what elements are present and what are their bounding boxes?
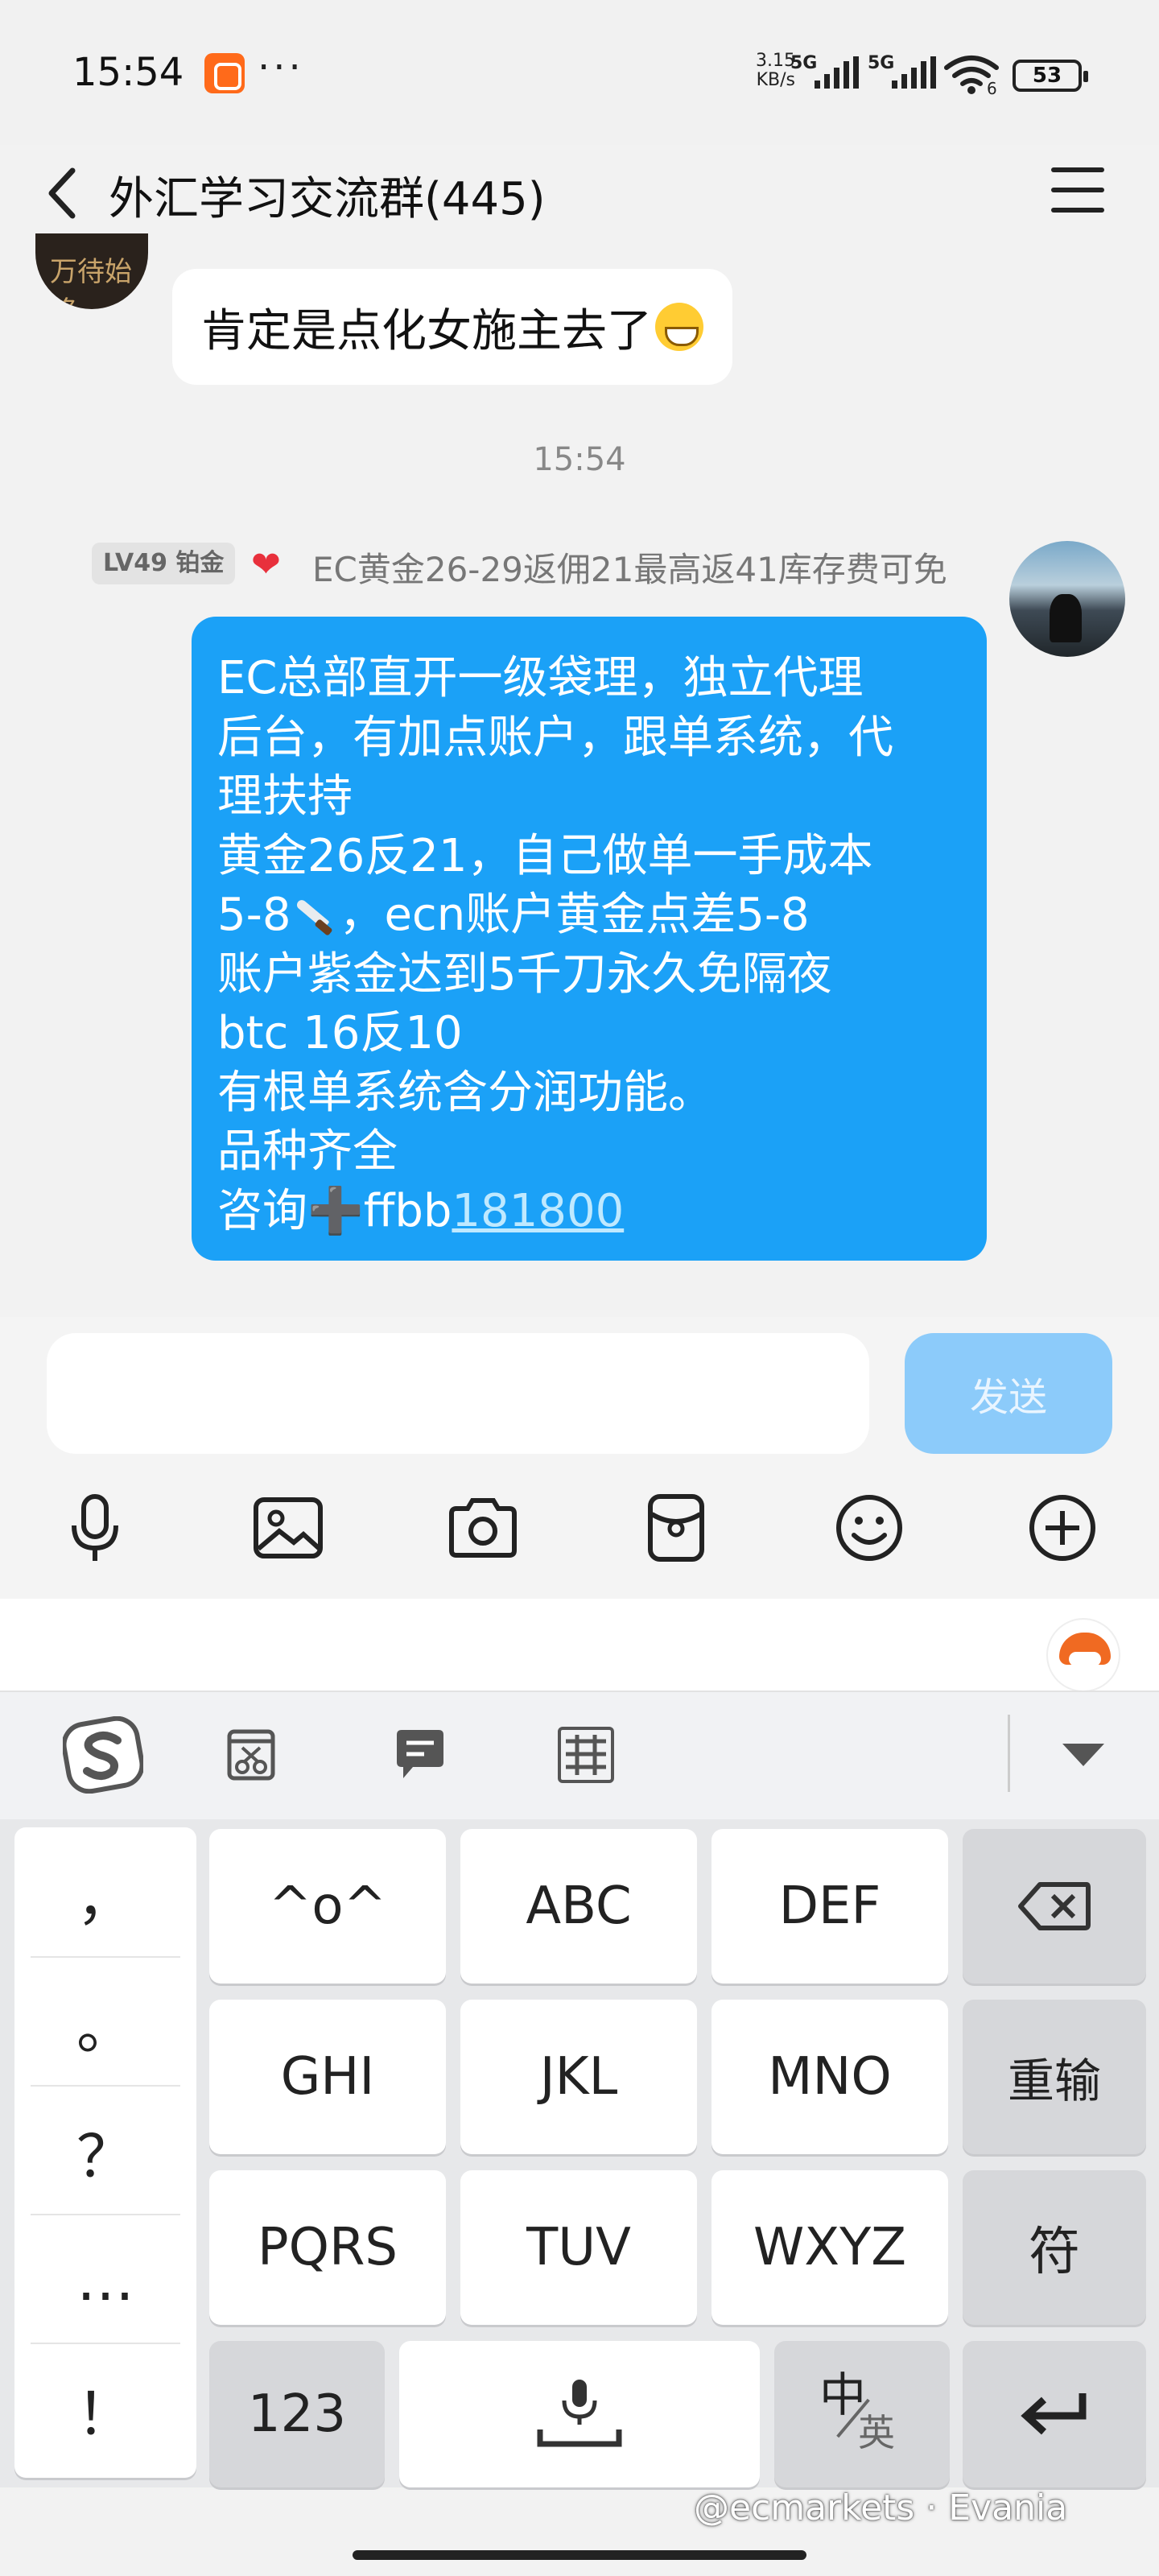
signal-2-icon	[892, 56, 940, 89]
grinning-face-icon	[655, 303, 703, 351]
key-abc[interactable]: ABC	[460, 1829, 697, 1984]
space-mic-icon	[537, 2380, 622, 2447]
network-speed-unit: KB/s	[756, 70, 795, 90]
microphone-icon[interactable]	[55, 1488, 135, 1568]
chat-title: 外汇学习交流群(445)	[109, 173, 546, 225]
language-switch-key[interactable]: 中 英	[774, 2341, 950, 2487]
message-text: 肯定是点化女施主去了	[201, 304, 652, 357]
message-fragment: ffbb	[363, 1184, 452, 1237]
avatar[interactable]: 万待始终	[35, 233, 148, 309]
message-timestamp: 15:54	[533, 441, 626, 478]
key-wxyz[interactable]: WXYZ	[711, 2170, 948, 2325]
message-line: 品种齐全	[217, 1125, 398, 1178]
camera-icon[interactable]	[443, 1488, 523, 1568]
message-fragment: 5-8	[217, 889, 291, 941]
key-ghi[interactable]: GHI	[209, 2000, 446, 2154]
message-bubble-received[interactable]: 肯定是点化女施主去了	[172, 269, 732, 385]
message-fragment: ，ecn账户黄金点差5-8	[339, 889, 810, 941]
home-indicator[interactable]	[353, 2550, 806, 2560]
emoji-icon[interactable]	[829, 1488, 909, 1568]
punct-key[interactable]: ，	[14, 1829, 196, 1958]
enter-icon	[1021, 2393, 1087, 2435]
network-speed: 3.15 KB/s	[739, 52, 795, 90]
message-input[interactable]	[47, 1333, 869, 1454]
message-fragment: 咨询	[217, 1184, 307, 1237]
message-line: 有根单系统含分润功能。	[217, 1066, 713, 1119]
plus-sign-icon: ➕	[307, 1184, 364, 1237]
phone-number-link[interactable]: 181800	[452, 1185, 624, 1237]
message-line: btc 16反10	[217, 1007, 463, 1059]
clipboard-cut-icon[interactable]	[211, 1715, 291, 1795]
key-emoticon[interactable]: ^o^	[209, 1829, 446, 1984]
traditional-chinese-icon[interactable]	[546, 1715, 626, 1795]
level-badge: LV49 铂金	[92, 543, 236, 584]
backspace-icon	[1018, 1882, 1091, 1930]
sogou-logo-icon[interactable]	[63, 1715, 143, 1795]
keyboard-candidate-bar	[0, 1599, 1159, 1690]
ime-mascot-icon[interactable]	[1046, 1618, 1120, 1692]
key-tuv[interactable]: TUV	[460, 2170, 697, 2325]
punct-key[interactable]: …	[14, 2215, 196, 2344]
key-mno[interactable]: MNO	[711, 2000, 948, 2154]
more-notifications-icon: ···	[258, 45, 304, 90]
wifi-label: 6	[987, 79, 997, 98]
message-line: 咨询➕ffbb181800	[217, 1182, 961, 1241]
punct-key[interactable]: ！	[14, 2344, 196, 2473]
message-line: 理扶持	[217, 770, 353, 823]
message-line: 账户紫金达到5千刀永久免隔夜	[217, 947, 832, 1001]
reinput-key[interactable]: 重输	[963, 2000, 1146, 2154]
status-time: 15:54	[72, 50, 184, 95]
battery-icon: 53	[1013, 60, 1088, 92]
signal-2-label: 5G	[868, 53, 895, 73]
knife-icon	[291, 891, 339, 935]
message-line: 5-8 ，ecn账户黄金点差5-8	[217, 886, 961, 945]
punct-key[interactable]: 。	[14, 1958, 196, 2087]
image-icon[interactable]	[248, 1488, 328, 1568]
punct-key[interactable]: ？	[14, 2087, 196, 2215]
message-bubble-sent[interactable]: EC总部直开一级袋理，独立代理 后台，有加点账户，跟单系统，代 理扶持 黄金26…	[192, 617, 987, 1261]
signal-1-label: 5G	[790, 53, 818, 73]
enter-key[interactable]	[963, 2341, 1146, 2487]
collapse-keyboard-icon[interactable]	[1043, 1715, 1124, 1795]
message-line: EC总部直开一级袋理，独立代理	[217, 652, 864, 704]
menu-icon[interactable]	[1051, 167, 1104, 213]
plus-icon[interactable]	[1022, 1488, 1103, 1568]
key-def[interactable]: DEF	[711, 1829, 948, 1984]
app-notification-icon	[204, 53, 245, 93]
send-button[interactable]: 发送	[905, 1333, 1112, 1454]
sender-name[interactable]: EC黄金26-29返佣21最高返41库存费可免	[312, 543, 947, 592]
watermark: @ecmarkets · Evania	[694, 2487, 1068, 2529]
number-key[interactable]: 123	[209, 2341, 385, 2487]
red-packet-icon[interactable]	[636, 1488, 716, 1568]
key-jkl[interactable]: JKL	[460, 2000, 697, 2154]
network-speed-value: 3.15	[756, 51, 795, 71]
toolbar-divider	[1008, 1715, 1010, 1792]
message-line: 黄金26反21，自己做单一手成本	[217, 829, 873, 882]
symbol-key[interactable]: 符	[963, 2170, 1146, 2325]
back-icon[interactable]	[40, 161, 89, 225]
sender-avatar[interactable]	[1009, 541, 1125, 657]
message-line: 后台，有加点账户，跟单系统，代	[217, 711, 893, 764]
lang-sub-label: 英	[858, 2411, 895, 2454]
key-pqrs[interactable]: PQRS	[209, 2170, 446, 2325]
backspace-key[interactable]	[963, 1829, 1146, 1984]
signal-1-icon	[815, 56, 863, 89]
space-key[interactable]	[399, 2341, 760, 2487]
message-bubble-icon[interactable]	[380, 1715, 460, 1795]
heart-icon: ❤	[251, 544, 281, 585]
